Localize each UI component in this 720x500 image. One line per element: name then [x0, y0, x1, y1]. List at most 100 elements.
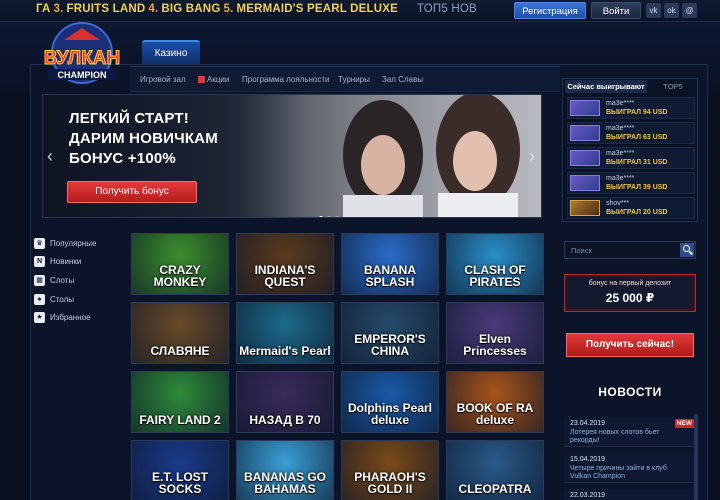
banner-prev-arrow[interactable]: ‹ — [47, 147, 53, 165]
winner-user: shov*** — [606, 200, 629, 207]
news-item[interactable]: 22.03.2019 — [564, 489, 698, 500]
news-link[interactable]: Четыре причины зайти в клуб Vulkan Champ… — [570, 465, 688, 481]
top-bar: ГА 3. FRUITS LAND 4. BIG BANG 5. MERMAID'S PEA… — [0, 0, 720, 22]
category-popular[interactable]: ♛ Популярные — [34, 238, 130, 252]
category-slots[interactable]: ▦ Слоты — [34, 275, 130, 289]
category-favorites[interactable]: ★ Избранное — [34, 312, 130, 326]
winner-amount: ВЫИГРАЛ 63 USD — [606, 134, 668, 141]
vulkan-champion-logo[interactable]: ВУЛКАН CHAMPION — [34, 22, 130, 88]
game-tile[interactable]: CLEOPATRA — [446, 440, 544, 500]
banner-dot[interactable] — [335, 216, 339, 217]
star-icon: ★ — [34, 312, 45, 323]
winner-row[interactable]: ma3e**** ВЫИГРАЛ 39 USD — [567, 172, 695, 194]
slot-icon: ▦ — [34, 275, 45, 286]
ticker-game[interactable]: ГА — [36, 3, 51, 15]
deposit-bonus-box: бонус на первый депозит 25 000 ₽ — [564, 274, 696, 312]
category-label: Избранное — [50, 313, 91, 322]
winner-user: ma3e**** — [606, 150, 635, 157]
banner-next-arrow[interactable]: › — [529, 147, 535, 165]
game-tile[interactable]: BANANAS GO BAHAMAS — [236, 440, 334, 500]
news-link[interactable]: Лотерея новых слотов бьет рекорды! — [570, 429, 688, 445]
news-scrollbar[interactable] — [694, 414, 698, 500]
winner-amount: ВЫИГРАЛ 94 USD — [606, 109, 668, 116]
new-badge: NEW — [674, 419, 694, 428]
game-tile[interactable]: CRAZY MONKEY — [131, 233, 229, 295]
category-label: Новинки — [50, 257, 82, 266]
banner-dot[interactable] — [319, 216, 323, 217]
ticker-game[interactable]: BIG BANG — [161, 3, 220, 15]
vk-icon[interactable]: vk — [646, 3, 661, 18]
get-bonus-button[interactable]: Получить бонус — [67, 181, 197, 203]
nav-tournaments[interactable]: Турниры — [338, 75, 370, 84]
winner-row[interactable]: ma3e**** ВЫИГРАЛ 63 USD — [567, 122, 695, 144]
category-label: Слоты — [50, 276, 75, 285]
game-title: BANANA SPLASH — [364, 263, 416, 289]
winner-user: ma3e**** — [606, 175, 635, 182]
promo-banner[interactable]: ЛЕГКИЙ СТАРТ! ДАРИМ НОВИЧКАМ БОНУС +100%… — [42, 94, 542, 218]
tab-winning-now[interactable]: Сейчас выигрывают — [565, 80, 647, 93]
game-tile[interactable]: Elven Princesses — [446, 302, 544, 364]
mail-icon[interactable]: @ — [682, 3, 697, 18]
game-title: CRAZY MONKEY — [153, 263, 207, 289]
game-title: INDIANA'S QUEST — [254, 263, 316, 289]
new-badge-icon: N — [34, 256, 45, 267]
game-thumbnail — [570, 150, 600, 166]
game-tile[interactable]: СЛАВЯНЕ — [131, 302, 229, 364]
game-tile[interactable]: Mermaid's Pearl — [236, 302, 334, 364]
category-new[interactable]: N Новинки — [34, 256, 130, 270]
news-item[interactable]: 15.04.2019 Четыре причины зайти в клуб V… — [564, 453, 698, 483]
game-tile[interactable]: EMPEROR'S CHINA — [341, 302, 439, 364]
game-tile[interactable]: PHARAOH'S GOLD II — [341, 440, 439, 500]
banner-headline: ЛЕГКИЙ СТАРТ! ДАРИМ НОВИЧКАМ БОНУС +100% — [69, 110, 218, 167]
winner-amount: ВЫИГРАЛ 39 USD — [606, 184, 668, 191]
game-title: Dolphins Pearl deluxe — [347, 401, 433, 427]
tab-top5[interactable]: TOP5 — [649, 80, 697, 93]
winner-row[interactable]: ma3e**** ВЫИГРАЛ 94 USD — [567, 97, 695, 119]
odnoklassniki-icon[interactable]: ok — [664, 3, 679, 18]
category-label: Популярные — [50, 239, 97, 248]
game-thumbnail — [570, 125, 600, 141]
logo-text-main: ВУЛКАН — [44, 48, 120, 69]
game-tile[interactable]: НАЗАД В 70 — [236, 371, 334, 433]
get-now-button[interactable]: Получить сейчас! — [566, 333, 694, 357]
news-item[interactable]: 23.04.2019 NEW Лотерея новых слотов бьет… — [564, 417, 698, 447]
winner-row[interactable]: ma3e**** ВЫИГРАЛ 31 USD — [567, 147, 695, 169]
winner-amount: ВЫИГРАЛ 20 USD — [606, 209, 668, 216]
ticker-game[interactable]: FRUITS LAND — [67, 3, 146, 15]
nav-promotions[interactable]: Акции — [198, 75, 229, 84]
nav-game-hall[interactable]: Игровой зал — [140, 75, 186, 84]
game-tile[interactable]: BANANA SPLASH — [341, 233, 439, 295]
category-tables[interactable]: ♠ Столы — [34, 294, 130, 308]
game-tile[interactable]: Dolphins Pearl deluxe — [341, 371, 439, 433]
game-title: Mermaid's Pearl — [239, 344, 331, 358]
bonus-value: 25 000 ₽ — [605, 291, 655, 305]
gift-icon — [198, 76, 205, 83]
banner-dot[interactable] — [327, 216, 331, 217]
ticker-rank: 4. — [148, 3, 159, 15]
game-tile[interactable]: E.T. LOST SOCKS — [131, 440, 229, 500]
game-title: BOOK OF RA deluxe — [456, 401, 534, 427]
nav-loyalty[interactable]: Программа лояльности — [242, 75, 330, 84]
search-input[interactable]: Поиск — [571, 246, 592, 255]
register-button[interactable]: Регистрация — [514, 2, 586, 19]
game-tile[interactable]: FAIRY LAND 2 — [131, 371, 229, 433]
search-box[interactable]: Поиск — [564, 241, 696, 259]
bonus-label: бонус на первый депозит — [588, 280, 672, 287]
winners-widget: Сейчас выигрывают TOP5 ma3e**** ВЫИГРАЛ … — [562, 78, 698, 222]
news-date: 22.03.2019 — [570, 492, 606, 499]
nav-hall-of-fame[interactable]: Зал Славы — [382, 75, 423, 84]
game-thumbnail — [570, 200, 600, 216]
winner-amount: ВЫИГРАЛ 31 USD — [606, 159, 668, 166]
game-title: Elven Princesses — [463, 332, 527, 358]
winner-row[interactable]: shov*** ВЫИГРАЛ 20 USD — [567, 197, 695, 219]
login-button[interactable]: Войти — [591, 2, 641, 19]
game-tile[interactable]: CLASH OF PIRATES — [446, 233, 544, 295]
search-icon[interactable] — [680, 243, 694, 257]
ticker-game[interactable]: MERMAID'S PEARL DELUXE — [236, 3, 398, 15]
winner-user: ma3e**** — [606, 125, 635, 132]
game-tile[interactable]: BOOK OF RA deluxe — [446, 371, 544, 433]
tab-casino[interactable]: Казино — [142, 40, 200, 64]
game-tile[interactable]: INDIANA'S QUEST — [236, 233, 334, 295]
category-label: Столы — [50, 295, 75, 304]
logo-text-sub: CHAMPION — [58, 70, 107, 80]
